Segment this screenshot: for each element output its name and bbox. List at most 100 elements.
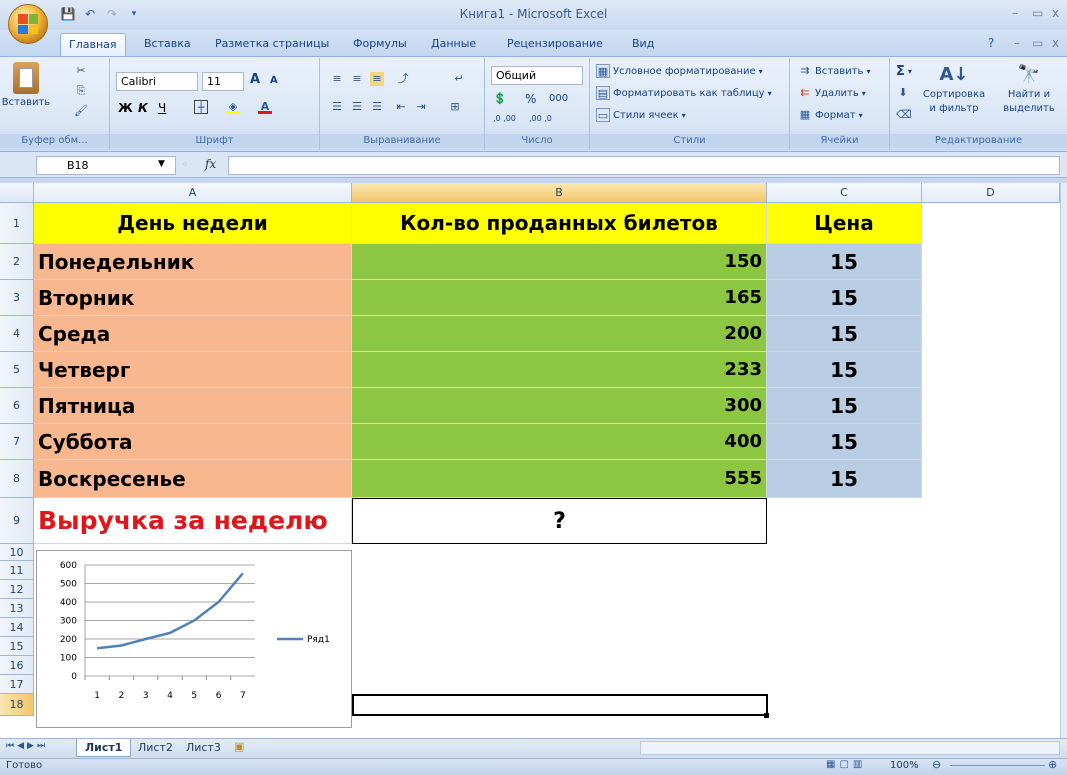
cell-day-2[interactable]: Понедельник (34, 244, 352, 280)
row-header-9[interactable]: 9 (0, 498, 34, 544)
sheet-nav-icons[interactable]: ⏮◀▶⏭ (6, 741, 48, 751)
align-bottom-icon[interactable]: ≡ (370, 72, 384, 86)
row-header-16[interactable]: 16 (0, 656, 34, 675)
cell-day-6[interactable]: Пятница (34, 388, 352, 424)
fill-handle[interactable] (764, 713, 769, 718)
cell-tickets-7[interactable]: 400 (352, 424, 767, 460)
cell-day-5[interactable]: Четверг (34, 352, 352, 388)
cell-styles-button[interactable]: ▭ Стили ячеек ▾ (596, 108, 686, 122)
row-header-11[interactable]: 11 (0, 561, 34, 580)
insert-function-button[interactable]: fx (205, 157, 216, 171)
autosum-icon[interactable]: Σ ▾ (896, 64, 912, 79)
sheet-tab-1[interactable]: Лист1 (76, 739, 132, 757)
zoom-level[interactable]: 100% (890, 760, 919, 771)
row-header-3[interactable]: 3 (0, 280, 34, 316)
wrap-text-icon[interactable]: ↵ (452, 72, 466, 86)
vertical-scrollbar[interactable] (1060, 183, 1067, 738)
align-right-icon[interactable]: ☰ (370, 100, 384, 114)
cell-price-4[interactable]: 15 (767, 316, 922, 352)
cell-price-3[interactable]: 15 (767, 280, 922, 316)
cell-a1[interactable]: День недели (34, 203, 352, 244)
name-box-dropdown-icon[interactable]: ▼ (158, 159, 165, 169)
tab-view[interactable]: Вид (624, 33, 662, 56)
align-center-icon[interactable]: ☰ (350, 100, 364, 114)
row-header-12[interactable]: 12 (0, 580, 34, 599)
tab-home[interactable]: Главная (60, 33, 126, 56)
cell-price-6[interactable]: 15 (767, 388, 922, 424)
conditional-formatting-button[interactable]: ▦ Условное форматирование ▾ (596, 64, 763, 78)
sheet-tab-2[interactable]: Лист2 (130, 739, 181, 757)
sort-filter-button[interactable]: A↓ Сортировка и фильтр (922, 64, 986, 114)
help-icon[interactable]: ? (988, 36, 994, 50)
sheet-tab-3[interactable]: Лист3 (178, 739, 229, 757)
number-format-select[interactable]: Общий (491, 66, 583, 85)
zoom-out-icon[interactable]: ⊖ (932, 758, 941, 771)
ribbon-close-icon[interactable]: x (1052, 36, 1059, 50)
row-header-13[interactable]: 13 (0, 599, 34, 618)
cell-b1[interactable]: Кол-во проданных билетов (352, 203, 767, 244)
cell-day-7[interactable]: Суббота (34, 424, 352, 460)
row-header-5[interactable]: 5 (0, 352, 34, 388)
fill-color-icon[interactable]: ◈ (226, 100, 240, 114)
insert-sheet-icon[interactable]: ▣ (234, 740, 244, 753)
cell-price-2[interactable]: 15 (767, 244, 922, 280)
currency-icon[interactable]: 💲 (493, 92, 507, 106)
close-icon[interactable]: x (1052, 6, 1059, 20)
row-header-17[interactable]: 17 (0, 675, 34, 694)
tab-page-layout[interactable]: Разметка страницы (207, 33, 337, 56)
align-top-icon[interactable]: ≡ (330, 72, 344, 86)
format-painter-icon[interactable]: 🖌 (74, 104, 88, 118)
column-header-a[interactable]: A (34, 183, 352, 203)
insert-cells-button[interactable]: ⇉ Вставить ▾ (798, 64, 870, 78)
find-select-button[interactable]: 🔭 Найти и выделить (1000, 64, 1058, 114)
cell-tickets-8[interactable]: 555 (352, 460, 767, 498)
cell-tickets-3[interactable]: 165 (352, 280, 767, 316)
format-as-table-button[interactable]: ▤ Форматировать как таблицу ▾ (596, 86, 772, 100)
row-header-1[interactable]: 1 (0, 203, 34, 244)
thousands-button[interactable]: 000 (549, 93, 568, 104)
cell-day-3[interactable]: Вторник (34, 280, 352, 316)
cell-tickets-6[interactable]: 300 (352, 388, 767, 424)
maximize-icon[interactable]: ▭ (1032, 6, 1043, 20)
bold-button[interactable]: Ж (118, 101, 133, 115)
view-buttons-icon[interactable]: ▦▢▥ (826, 759, 866, 770)
cell-tickets-2[interactable]: 150 (352, 244, 767, 280)
row-header-2[interactable]: 2 (0, 244, 34, 280)
row-header-15[interactable]: 15 (0, 637, 34, 656)
name-box[interactable]: B18 (36, 156, 176, 175)
cell-price-7[interactable]: 15 (767, 424, 922, 460)
paste-button[interactable]: Вставить (2, 62, 50, 108)
formula-input[interactable] (228, 156, 1060, 175)
row-header-14[interactable]: 14 (0, 618, 34, 637)
cut-icon[interactable]: ✂ (74, 64, 88, 78)
tab-formulas[interactable]: Формулы (345, 33, 415, 56)
row-header-7[interactable]: 7 (0, 424, 34, 460)
zoom-in-icon[interactable]: ⊕ (1048, 758, 1057, 771)
cell-tickets-5[interactable]: 233 (352, 352, 767, 388)
decrease-decimal-button[interactable]: ,00 ,0 (529, 114, 552, 123)
cell-day-4[interactable]: Среда (34, 316, 352, 352)
office-button[interactable] (8, 4, 48, 44)
minimize-icon[interactable]: – (1012, 6, 1018, 20)
tab-data[interactable]: Данные (423, 33, 484, 56)
column-header-d[interactable]: D (922, 183, 1060, 203)
underline-button[interactable]: Ч (158, 101, 166, 115)
increase-decimal-button[interactable]: ,0 ,00 (493, 114, 516, 123)
copy-icon[interactable]: ⎘ (74, 84, 88, 98)
row-header-4[interactable]: 4 (0, 316, 34, 352)
cell-price-8[interactable]: 15 (767, 460, 922, 498)
shrink-font-button[interactable]: A (270, 75, 278, 86)
cell-day-8[interactable]: Воскресенье (34, 460, 352, 498)
font-name-select[interactable]: Calibri (116, 72, 198, 91)
increase-indent-icon[interactable]: ⇥ (414, 100, 428, 114)
line-chart[interactable]: 0 100 200 300 400 500 600 1 2 3 4 5 6 7 Ряд1 (36, 550, 352, 728)
tab-review[interactable]: Рецензирование (499, 33, 611, 56)
column-header-b[interactable]: B (352, 183, 767, 203)
cell-a9[interactable]: Выручка за неделю (34, 498, 352, 544)
row-header-18[interactable]: 18 (0, 694, 34, 716)
borders-icon[interactable]: ┼ (194, 100, 208, 114)
row-header-6[interactable]: 6 (0, 388, 34, 424)
percent-button[interactable]: % (525, 92, 536, 106)
grow-font-button[interactable]: A (250, 72, 260, 87)
row-header-10[interactable]: 10 (0, 544, 34, 561)
